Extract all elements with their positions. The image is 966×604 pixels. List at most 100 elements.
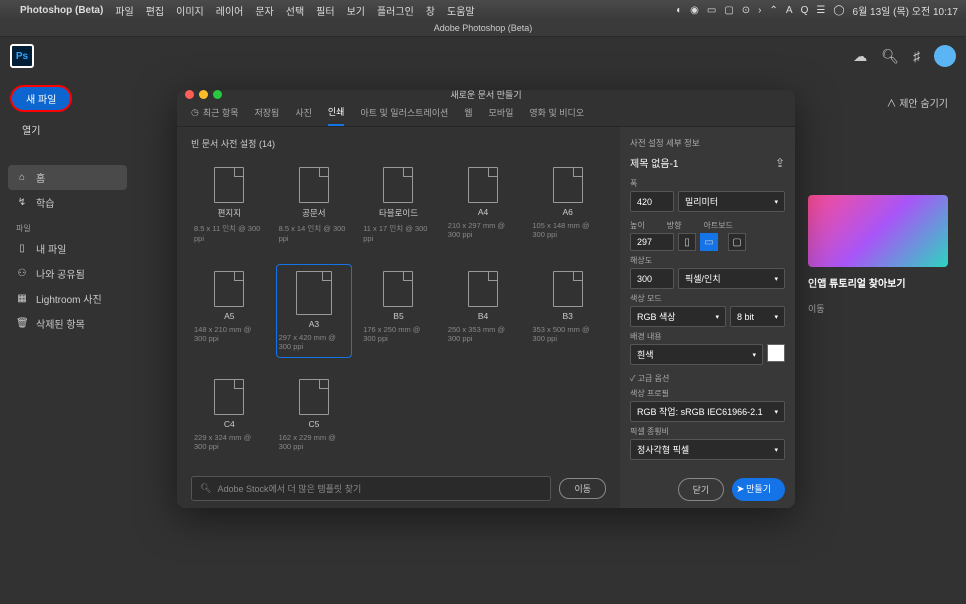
menu-layer[interactable]: 레이어 — [216, 3, 244, 18]
preset-name: B4 — [478, 311, 488, 321]
bg-color-swatch[interactable] — [767, 344, 785, 362]
search-icon[interactable]: 🔍︎ — [881, 48, 899, 65]
status-icon[interactable]: ⊙ — [742, 5, 750, 16]
preset-name: C4 — [224, 419, 235, 429]
stock-search-input[interactable]: 🔍︎ Adobe Stock에서 더 많은 템플릿 찾기 — [191, 476, 551, 501]
presets-panel: 빈 문서 사전 설정 (14) 편지지 8.5 x 11 인치 @ 300 pp… — [177, 127, 620, 468]
status-icon[interactable]: ◐ — [676, 5, 682, 16]
artboard-checkbox[interactable]: ▢ — [728, 233, 746, 251]
input-icon[interactable]: A — [786, 5, 793, 16]
preset-b4[interactable]: B4 250 x 353 mm @ 300 ppi — [445, 264, 522, 358]
export-icon[interactable]: ⇪ — [775, 156, 785, 170]
new-file-button[interactable]: 새 파일 — [10, 85, 72, 112]
siri-icon[interactable]: ◯ — [833, 5, 844, 16]
res-unit-select[interactable]: 픽셀/인치▾ — [678, 268, 785, 289]
orient-portrait-button[interactable]: ▯ — [678, 233, 696, 251]
chevron-down-icon: ▾ — [774, 275, 778, 283]
nav-lightroom[interactable]: ▦Lightroom 사진 — [8, 286, 127, 311]
gift-icon[interactable]: ♯ — [913, 48, 920, 64]
search-icon[interactable]: Q — [801, 5, 809, 16]
promo-card[interactable]: 인앱 튜토리얼 찾아보기 이동 — [808, 195, 948, 315]
cloud-icon[interactable]: ☁ — [853, 48, 867, 65]
preset-a6[interactable]: A6 105 x 148 mm @ 300 ppi — [529, 160, 606, 250]
open-button[interactable]: 열기 — [8, 118, 127, 141]
advanced-toggle[interactable]: ✓ 고급 옵션 — [630, 373, 785, 384]
status-icon[interactable]: › — [758, 5, 761, 16]
control-center-icon[interactable]: ☰ — [816, 5, 825, 16]
clock[interactable]: 6월 13일 (목) 오전 10:17 — [853, 3, 958, 18]
document-icon — [214, 271, 244, 307]
tab-mobile[interactable]: 모바일 — [489, 100, 514, 125]
document-icon — [383, 167, 413, 203]
create-button[interactable]: ➤만들기 — [732, 478, 785, 501]
tab-recent[interactable]: ◷최근 항목 — [191, 100, 238, 125]
close-window-icon[interactable] — [185, 90, 194, 99]
menu-help[interactable]: 도움말 — [447, 3, 475, 18]
preset-공문서[interactable]: 공문서 8.5 x 14 인치 @ 300 ppi — [276, 160, 353, 250]
preset-c4[interactable]: C4 229 x 324 mm @ 300 ppi — [191, 372, 268, 458]
tab-art[interactable]: 아트 및 일러스트레이션 — [360, 100, 448, 125]
menu-file[interactable]: 파일 — [115, 3, 133, 18]
preset-b3[interactable]: B3 353 x 500 mm @ 300 ppi — [529, 264, 606, 358]
files-label: 파일 — [8, 221, 127, 236]
preset-name: B5 — [393, 311, 403, 321]
preset-a5[interactable]: A5 148 x 210 mm @ 300 ppi — [191, 264, 268, 358]
menu-plugins[interactable]: 플러그인 — [377, 3, 414, 18]
profile-select[interactable]: RGB 작업: sRGB IEC61966-2.1▾ — [630, 401, 785, 422]
preset-편지지[interactable]: 편지지 8.5 x 11 인치 @ 300 ppi — [191, 160, 268, 250]
avatar[interactable] — [934, 45, 956, 67]
document-icon — [296, 271, 332, 315]
status-icon[interactable]: ▢ — [724, 5, 733, 16]
go-button[interactable]: 이동 — [559, 478, 606, 499]
nav-home[interactable]: ⌂홈 — [8, 165, 127, 190]
status-icon[interactable]: ◉ — [690, 5, 699, 16]
menu-window[interactable]: 창 — [426, 3, 435, 18]
bit-select[interactable]: 8 bit▾ — [730, 306, 785, 327]
aspect-select[interactable]: 정사각형 픽셀▾ — [630, 439, 785, 460]
modal-title: 새로운 문서 만들기 — [450, 90, 521, 101]
minimize-window-icon[interactable] — [199, 90, 208, 99]
nav-my-files[interactable]: ▯내 파일 — [8, 236, 127, 261]
maximize-window-icon[interactable] — [213, 90, 222, 99]
nav-shared[interactable]: ⚇나와 공유됨 — [8, 261, 127, 286]
nav-learn[interactable]: ↯학습 — [8, 190, 127, 215]
bg-select[interactable]: 흰색▾ — [630, 344, 763, 365]
tab-print[interactable]: 인쇄 — [328, 99, 345, 126]
wifi-icon[interactable]: ⌃ — [770, 5, 778, 16]
height-input[interactable] — [630, 233, 674, 251]
orient-landscape-button[interactable]: ▭ — [700, 233, 718, 251]
tab-film[interactable]: 영화 및 비디오 — [529, 100, 584, 125]
width-input[interactable] — [630, 191, 674, 212]
nav-deleted[interactable]: 🗑삭제된 항목 — [8, 311, 127, 336]
preset-b5[interactable]: B5 176 x 250 mm @ 300 ppi — [360, 264, 437, 358]
preset-name: 타블로이드 — [379, 207, 418, 219]
tab-photo[interactable]: 사진 — [295, 100, 312, 125]
hide-suggestions-link[interactable]: ∧ 제안 숨기기 — [886, 95, 948, 110]
doc-title-input[interactable]: 제목 없음-1 — [630, 155, 678, 170]
ps-logo-icon[interactable]: Ps — [10, 44, 34, 68]
color-mode-select[interactable]: RGB 색상▾ — [630, 306, 726, 327]
menu-filter[interactable]: 필터 — [316, 3, 334, 18]
tab-saved[interactable]: 저장됨 — [254, 100, 279, 125]
document-icon — [214, 379, 244, 415]
tab-web[interactable]: 웹 — [464, 100, 472, 125]
preset-a4[interactable]: A4 210 x 297 mm @ 300 ppi — [445, 160, 522, 250]
menu-select[interactable]: 선택 — [286, 3, 304, 18]
status-icon[interactable]: ▭ — [707, 5, 716, 16]
menu-type[interactable]: 문자 — [255, 3, 273, 18]
unit-select[interactable]: 밀리미터▾ — [678, 191, 785, 212]
preset-타블로이드[interactable]: 타블로이드 11 x 17 인치 @ 300 ppi — [360, 160, 437, 250]
app-name[interactable]: Photoshop (Beta) — [20, 5, 103, 16]
window-title: Adobe Photoshop (Beta) — [434, 23, 533, 33]
menu-view[interactable]: 보기 — [347, 3, 365, 18]
resolution-input[interactable] — [630, 268, 674, 289]
preset-name: A5 — [224, 311, 234, 321]
presets-header: 빈 문서 사전 설정 (14) — [191, 137, 606, 150]
preset-c5[interactable]: C5 162 x 229 mm @ 300 ppi — [276, 372, 353, 458]
close-button[interactable]: 닫기 — [678, 478, 725, 501]
menu-image[interactable]: 이미지 — [176, 3, 204, 18]
menu-edit[interactable]: 편집 — [146, 3, 164, 18]
preset-a3[interactable]: A3 297 x 420 mm @ 300 ppi — [276, 264, 353, 358]
promo-image — [808, 195, 948, 267]
document-icon — [553, 167, 583, 203]
